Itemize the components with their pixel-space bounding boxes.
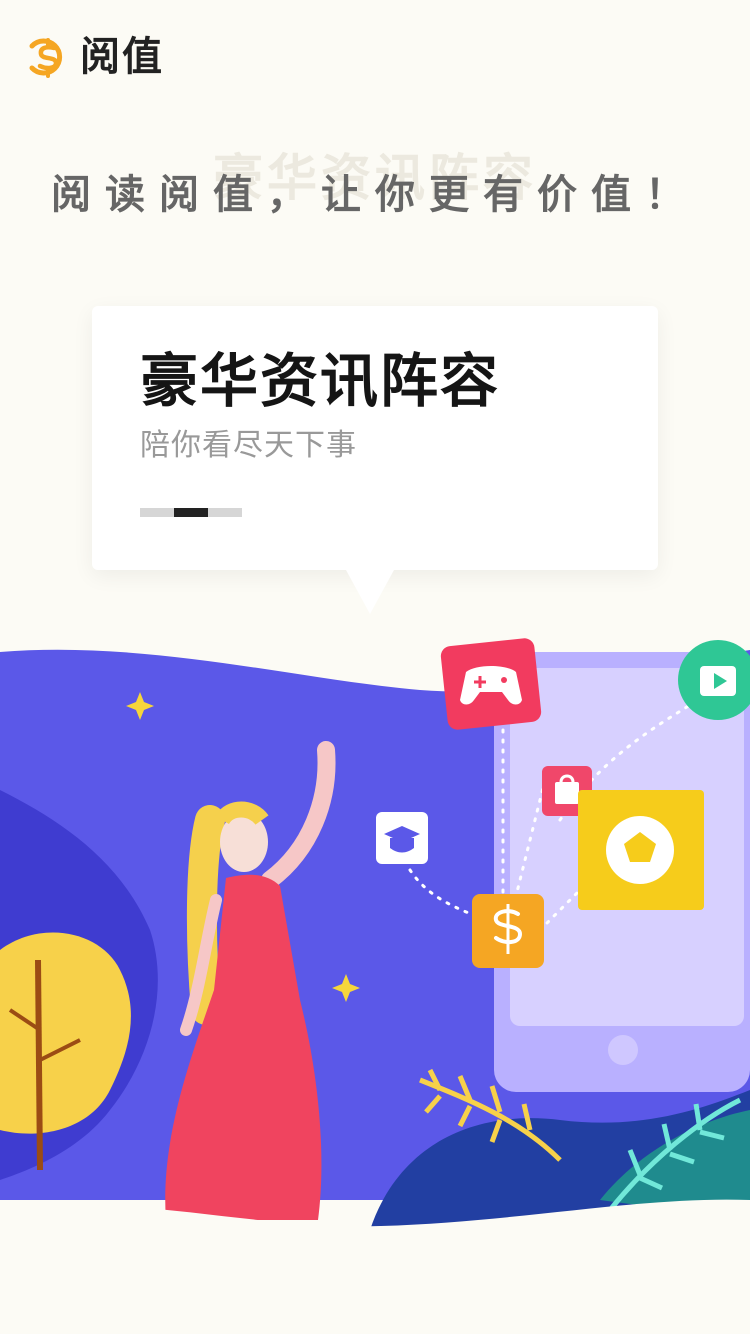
page-dot-1[interactable] bbox=[140, 508, 174, 517]
app-name: 阅值 bbox=[80, 34, 164, 80]
slogan: 阅读阅值，让你更有价值！ bbox=[51, 172, 699, 218]
soccer-ball-icon bbox=[578, 790, 704, 910]
page-dot-2[interactable] bbox=[174, 508, 208, 517]
top-bar: 阅值 bbox=[0, 0, 750, 110]
feature-card: 豪华资讯阵容 陪你看尽天下事 bbox=[92, 306, 658, 570]
card-title: 豪华资讯阵容 bbox=[140, 347, 501, 415]
game-controller-icon bbox=[440, 638, 542, 730]
card-pointer bbox=[346, 570, 394, 614]
page-indicator bbox=[140, 508, 242, 517]
dollar-coin-icon bbox=[29, 38, 63, 78]
card-subtitle: 陪你看尽天下事 bbox=[140, 428, 357, 463]
graduation-cap-icon bbox=[376, 812, 428, 864]
page-dot-3[interactable] bbox=[208, 508, 242, 517]
onboarding-illustration bbox=[0, 638, 750, 1334]
coin-tile bbox=[472, 894, 544, 968]
